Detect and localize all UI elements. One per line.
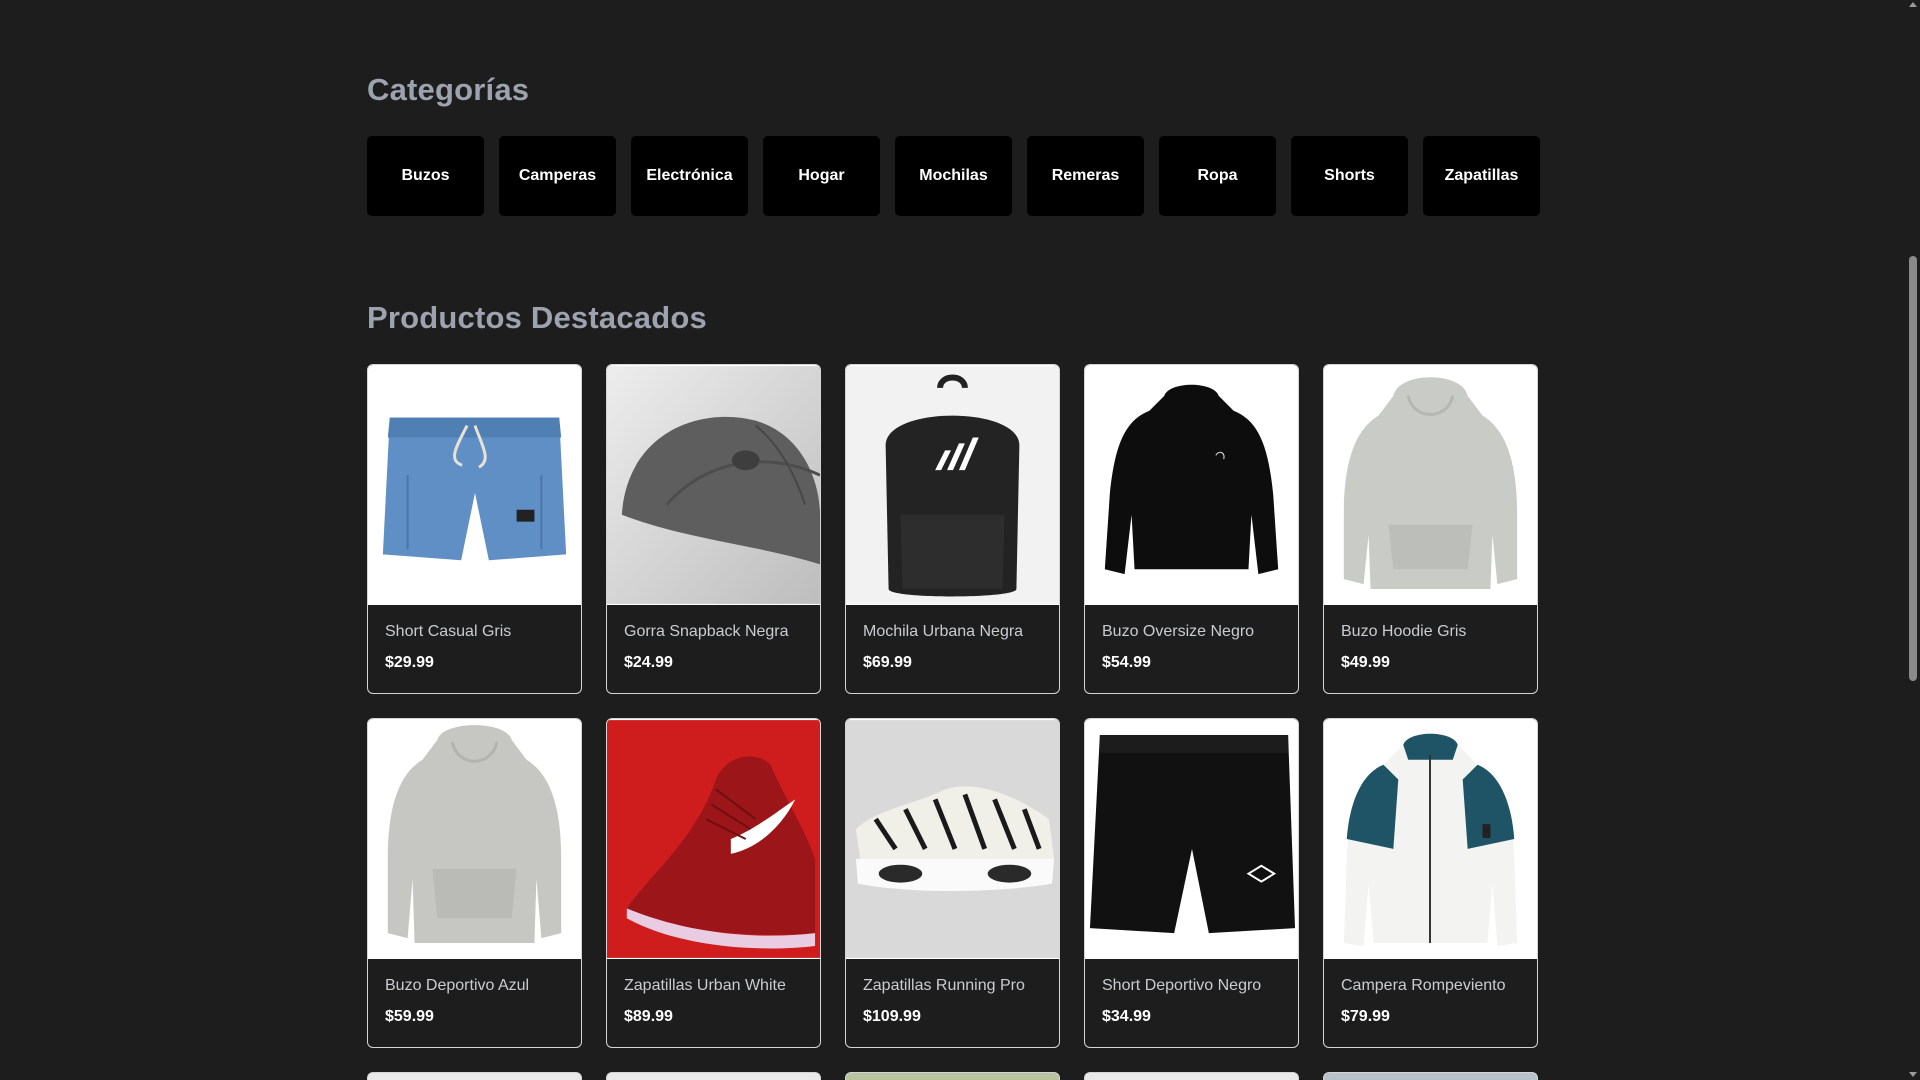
scroll-down-arrow-icon[interactable]	[1909, 1072, 1917, 1077]
product-price: $79.99	[1341, 1008, 1390, 1025]
product-price: $89.99	[624, 1008, 673, 1025]
black-shorts-image	[1085, 719, 1298, 959]
windbreaker-jacket-image	[1324, 719, 1537, 959]
black-hoodie-image	[1085, 365, 1298, 605]
product-name: Short Casual Gris	[385, 623, 512, 640]
red-sneaker-image	[607, 719, 820, 959]
vertical-scrollbar[interactable]	[1905, 0, 1920, 1080]
next-products-row	[367, 1072, 1538, 1080]
product-card-partial[interactable]	[606, 1072, 821, 1080]
product-name: Zapatillas Running Pro	[863, 977, 1025, 994]
product-card[interactable]: Gorra Snapback Negra $24.99	[606, 364, 821, 694]
scrollbar-thumb[interactable]	[1909, 256, 1917, 681]
category-ropa[interactable]: Ropa	[1159, 136, 1276, 216]
category-zapatillas[interactable]: Zapatillas	[1423, 136, 1540, 216]
grey-hoodie-image	[368, 719, 581, 959]
cap-image	[607, 365, 820, 605]
backpack-image	[846, 365, 1059, 605]
white-sneaker-image	[846, 719, 1059, 959]
product-price: $49.99	[1341, 654, 1390, 671]
product-name: Buzo Deportivo Azul	[385, 977, 530, 994]
product-card-partial[interactable]	[845, 1072, 1060, 1080]
category-electronica[interactable]: Electrónica	[631, 136, 748, 216]
product-card[interactable]: Mochila Urbana Negra $69.99	[845, 364, 1060, 694]
denim-shorts-image	[368, 365, 581, 605]
product-card[interactable]: Zapatillas Urban White $89.99	[606, 718, 821, 1048]
products-grid: Short Casual Gris $29.99 Gorra Snapback …	[367, 364, 1538, 1048]
product-card[interactable]: Zapatillas Running Pro $109.99	[845, 718, 1060, 1048]
product-name: Short Deportivo Negro	[1102, 977, 1262, 994]
scroll-up-arrow-icon[interactable]	[1909, 2, 1917, 7]
product-card[interactable]: Buzo Oversize Negro $54.99	[1084, 364, 1299, 694]
product-name: Mochila Urbana Negra	[863, 623, 1024, 640]
product-card[interactable]: Short Casual Gris $29.99	[367, 364, 582, 694]
product-name: Buzo Oversize Negro	[1102, 623, 1255, 640]
product-card-partial[interactable]	[1323, 1072, 1538, 1080]
product-card[interactable]: Buzo Hoodie Gris $49.99	[1323, 364, 1538, 694]
category-shorts[interactable]: Shorts	[1291, 136, 1408, 216]
product-card[interactable]: Buzo Deportivo Azul $59.99	[367, 718, 582, 1048]
categories-list: Buzos Camperas Electrónica Hogar Mochila…	[367, 136, 1540, 216]
category-buzos[interactable]: Buzos	[367, 136, 484, 216]
product-price: $34.99	[1102, 1008, 1151, 1025]
product-price: $54.99	[1102, 654, 1151, 671]
featured-products-title: Productos Destacados	[367, 300, 707, 335]
product-card-partial[interactable]	[1084, 1072, 1299, 1080]
category-remeras[interactable]: Remeras	[1027, 136, 1144, 216]
product-price: $59.99	[385, 1008, 434, 1025]
product-price: $29.99	[385, 654, 434, 671]
product-card[interactable]: Short Deportivo Negro $34.99	[1084, 718, 1299, 1048]
categories-title: Categorías	[367, 72, 530, 107]
product-card[interactable]: Campera Rompeviento $79.99	[1323, 718, 1538, 1048]
product-name: Campera Rompeviento	[1341, 977, 1506, 994]
grey-hoodie-image	[1324, 365, 1537, 605]
product-card-partial[interactable]	[367, 1072, 582, 1080]
category-mochilas[interactable]: Mochilas	[895, 136, 1012, 216]
product-price: $24.99	[624, 654, 673, 671]
product-name: Buzo Hoodie Gris	[1341, 623, 1467, 640]
product-name: Gorra Snapback Negra	[624, 623, 789, 640]
product-price: $109.99	[863, 1008, 921, 1025]
product-price: $69.99	[863, 654, 912, 671]
category-camperas[interactable]: Camperas	[499, 136, 616, 216]
product-name: Zapatillas Urban White	[624, 977, 786, 994]
category-hogar[interactable]: Hogar	[763, 136, 880, 216]
